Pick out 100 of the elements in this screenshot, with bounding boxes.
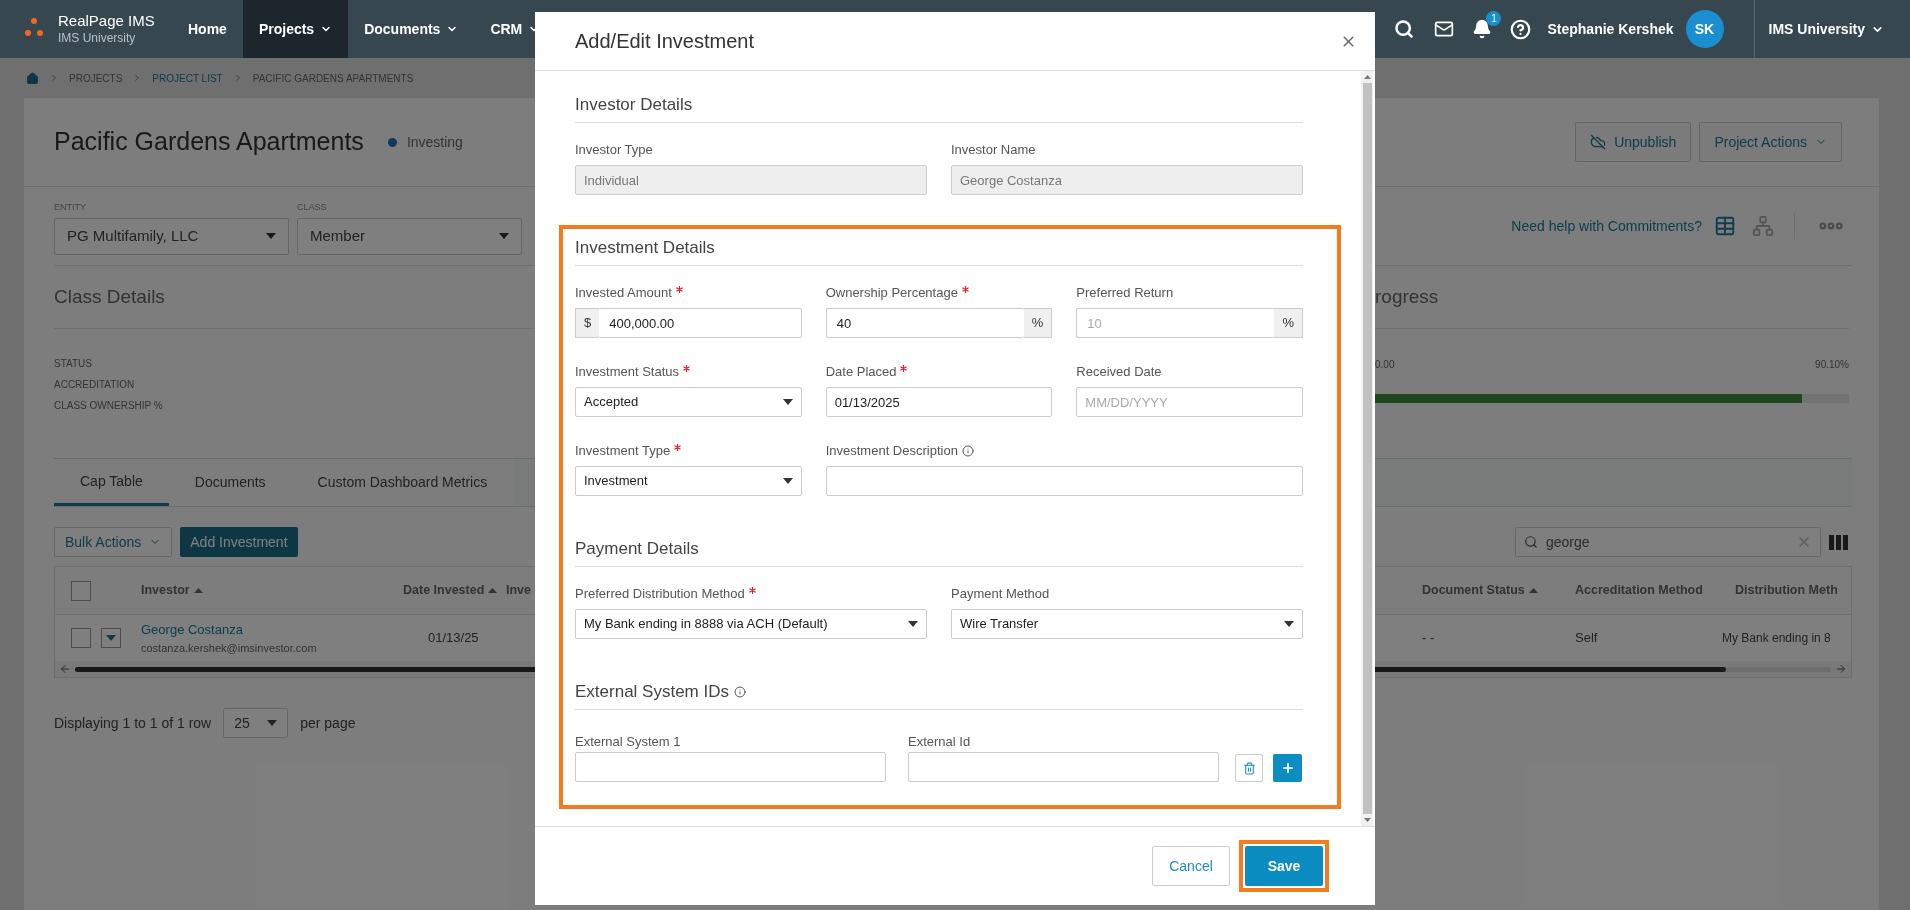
- home-icon[interactable]: [26, 71, 39, 85]
- breadcrumb-item: PROJECTS: [69, 71, 123, 86]
- row-expand-button[interactable]: [101, 628, 121, 648]
- scroll-left-icon[interactable]: [59, 663, 71, 675]
- search-icon: [1524, 535, 1538, 549]
- search-field[interactable]: george: [1515, 527, 1821, 557]
- select-field[interactable]: My Bank ending in 8888 via ACH (Default): [575, 609, 927, 639]
- field-label: Payment Method: [951, 585, 1050, 604]
- bell-icon[interactable]: [1472, 19, 1493, 39]
- info-icon[interactable]: [734, 685, 746, 698]
- progress-percent: 90.10%: [1815, 358, 1849, 372]
- text-field[interactable]: [825, 466, 1303, 496]
- field-label: Investment Status: [575, 363, 680, 382]
- page-size-select[interactable]: 25: [223, 708, 289, 738]
- add-row-button[interactable]: [1273, 754, 1302, 782]
- caret-icon: [266, 233, 276, 240]
- field-label: Investor Type: [575, 141, 653, 160]
- plus-icon: [1280, 761, 1295, 775]
- field-label: Date Placed: [825, 363, 897, 382]
- select-field[interactable]: Investment: [575, 466, 802, 496]
- table-view-icon[interactable]: [1714, 215, 1736, 237]
- text-field[interactable]: 01/13/2025: [825, 387, 1053, 417]
- detail-label: STATUS: [54, 357, 93, 370]
- field-label: Investment Description: [825, 442, 958, 461]
- field-label: Investment Type: [575, 442, 671, 461]
- project-status: Investing: [406, 132, 463, 152]
- mail-icon[interactable]: [1434, 19, 1455, 39]
- field-label: Investor Name: [951, 141, 1036, 160]
- cancel-button[interactable]: Cancel: [1152, 846, 1230, 886]
- investor-email: costanza.kershek@imsinvestor.com: [141, 640, 318, 656]
- add-investment-button[interactable]: Add Investment: [180, 527, 298, 557]
- select-all-checkbox[interactable]: [71, 580, 91, 601]
- sort-arrow-icon: [1528, 588, 1538, 593]
- table-cell-text: 01/13/25: [427, 629, 479, 648]
- dropdown-button[interactable]: Project Actions: [1699, 122, 1842, 162]
- table-cell-text: My Bank ending in 8: [1722, 630, 1831, 647]
- delete-button[interactable]: [1235, 754, 1263, 782]
- section-heading: Investment Details: [575, 236, 715, 259]
- columns-icon[interactable]: [1829, 534, 1848, 550]
- text-field[interactable]: [575, 752, 886, 782]
- nav-menu-item[interactable]: Projects: [242, 0, 349, 58]
- bulk-actions-button[interactable]: Bulk Actions: [54, 527, 173, 557]
- section-heading: Payment Details: [575, 537, 699, 560]
- section-title: Class Details: [53, 285, 165, 307]
- action-button[interactable]: Unpublish: [1575, 122, 1692, 162]
- filter-select[interactable]: Member: [297, 217, 522, 255]
- field-label: External Id: [908, 734, 971, 749]
- table-cell-text: - -: [1422, 629, 1436, 648]
- scroll-right-icon[interactable]: [1835, 663, 1847, 675]
- select-field[interactable]: Accepted: [575, 387, 802, 417]
- hierarchy-view-icon[interactable]: [1752, 215, 1774, 237]
- info-icon[interactable]: [961, 445, 974, 457]
- table-cell-text: Self: [1575, 629, 1599, 648]
- help-icon[interactable]: [1510, 18, 1532, 40]
- breadcrumb-separator-icon: [49, 73, 59, 83]
- caret-icon: [106, 635, 116, 641]
- caret-icon: [908, 621, 918, 627]
- organization-menu[interactable]: IMS University: [1754, 18, 1898, 40]
- save-button[interactable]: Save: [1245, 846, 1323, 886]
- notification-badge: 1: [1486, 11, 1502, 26]
- brand-subtitle: IMS University: [58, 30, 137, 46]
- column-header[interactable]: Document Status: [1422, 581, 1575, 600]
- pagination-suffix: per page: [300, 713, 356, 733]
- cloud-off-icon: [1590, 134, 1607, 150]
- column-header[interactable]: Distribution Meth: [1735, 581, 1838, 600]
- trash-icon: [1242, 761, 1256, 775]
- filter-select[interactable]: PG Multifamily, LLC: [54, 217, 289, 255]
- caret-icon: [782, 399, 793, 405]
- user-avatar[interactable]: SK: [1685, 10, 1724, 48]
- nav-menu-item[interactable]: Documents: [348, 0, 475, 58]
- tab[interactable]: Cap Table: [54, 459, 169, 506]
- text-field[interactable]: MM/DD/YYYY: [1076, 387, 1303, 417]
- row-checkbox[interactable]: [71, 628, 91, 648]
- breadcrumb-link[interactable]: PROJECT LIST: [152, 70, 223, 86]
- investor-link[interactable]: George Costanza: [141, 620, 403, 640]
- caret-icon: [1284, 621, 1294, 627]
- help-link[interactable]: Need help with Commitments?: [1511, 215, 1702, 237]
- detail-label: CLASS OWNERSHIP %: [54, 399, 164, 412]
- select-field[interactable]: Wire Transfer: [951, 609, 1303, 639]
- column-header[interactable]: Date Invested: [403, 581, 506, 600]
- section-heading: Investor Details: [575, 93, 693, 116]
- column-header[interactable]: Accreditation Method: [1575, 581, 1735, 600]
- field-label: Ownership Percentage: [825, 284, 958, 303]
- project-title: Pacific Gardens Apartments: [54, 126, 364, 158]
- column-header[interactable]: Investor: [141, 581, 403, 600]
- search-icon[interactable]: [1394, 19, 1415, 39]
- field-label: Preferred Distribution Method: [575, 585, 745, 604]
- detail-label: ACCREDITATION: [54, 378, 136, 391]
- vertical-scrollbar[interactable]: [1361, 71, 1373, 826]
- column-header[interactable]: Inve: [506, 581, 531, 600]
- field-label: External System 1: [575, 734, 681, 749]
- tab[interactable]: Documents: [168, 459, 292, 506]
- text-field[interactable]: [908, 752, 1219, 782]
- field-label: Received Date: [1076, 363, 1162, 382]
- tab[interactable]: Custom Dashboard Metrics: [291, 459, 514, 506]
- user-name[interactable]: Stephanie Kershek: [1547, 18, 1674, 40]
- nav-menu-item[interactable]: Home: [172, 0, 243, 58]
- sort-arrow-icon: [488, 588, 498, 593]
- section-title: rogress: [1375, 285, 1439, 307]
- caret-icon: [499, 233, 509, 240]
